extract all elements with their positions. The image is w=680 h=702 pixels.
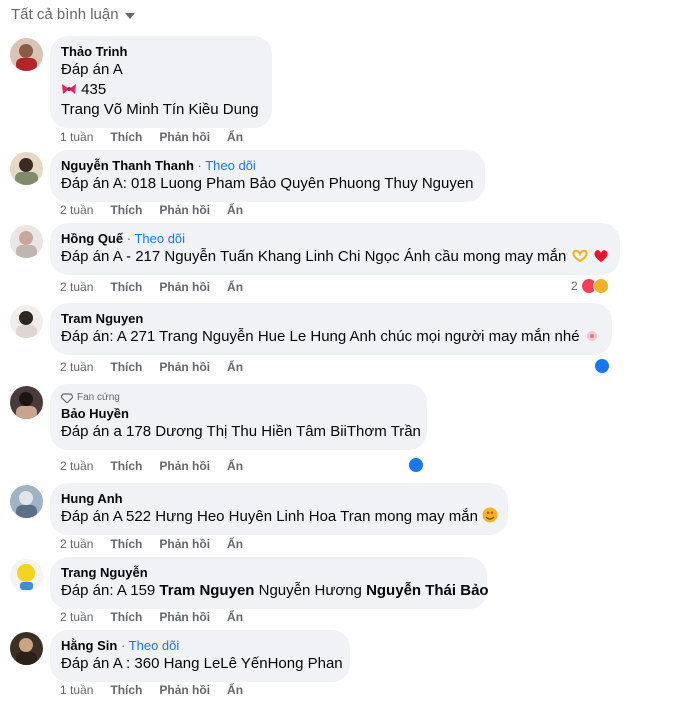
like-button[interactable]: Thích	[110, 203, 142, 217]
comment-time[interactable]: 1 tuần	[60, 683, 93, 697]
mentioned-user[interactable]: Nguyễn Thái Bảo	[366, 582, 489, 599]
filter-label: Tất cả bình luận	[11, 6, 119, 23]
comment-time[interactable]: 1 tuần	[60, 130, 93, 144]
author-name[interactable]: Hồng Quế	[61, 231, 123, 246]
top-fan-badge: Fan cứng	[61, 391, 416, 405]
comment-text: cầu mong may mắn	[434, 248, 567, 265]
comment-text: Đáp án A	[61, 61, 123, 78]
like-button[interactable]: Thích	[110, 130, 142, 144]
author-name[interactable]: Trang Nguyễn	[61, 565, 148, 580]
avatar[interactable]	[10, 152, 43, 185]
comment-text: Đáp án a 178 Dương Thị Thu Hiền Tâm BiiT…	[61, 423, 421, 440]
like-button[interactable]: Thích	[110, 459, 142, 473]
mentioned-user[interactable]: Nguyễn Hương	[259, 582, 362, 599]
avatar[interactable]	[10, 559, 43, 592]
like-button[interactable]: Thích	[110, 537, 142, 551]
avatar[interactable]	[10, 386, 43, 419]
author-name[interactable]: Bảo Huyền	[61, 406, 129, 421]
comment-text: 435	[81, 81, 107, 98]
hide-button[interactable]: Ẩn	[227, 130, 243, 144]
mentioned-users[interactable]: Nguyễn Tuấn Khang Linh Chi Ngọc Ánh	[164, 248, 430, 265]
like-icon	[594, 358, 610, 374]
reaction-summary[interactable]: 2	[571, 277, 609, 295]
reply-button[interactable]: Phản hồi	[159, 360, 210, 374]
all-comments-filter[interactable]: Tất cả bình luận	[11, 6, 135, 23]
comment-time[interactable]: 2 tuần	[60, 203, 93, 217]
like-button[interactable]: Thích	[110, 610, 142, 624]
badge-label: Fan cứng	[77, 392, 120, 403]
hide-button[interactable]: Ẩn	[227, 537, 243, 551]
comment-bubble: Tram Nguyen Đáp án: A 271 Trang Nguyễn H…	[50, 303, 612, 355]
comment-text: mong may mắn	[374, 508, 478, 525]
comment-text: Đáp án: A 159	[61, 582, 156, 599]
author-name[interactable]: Hằng Sin	[61, 638, 117, 653]
hide-button[interactable]: Ẩn	[227, 280, 243, 294]
reply-button[interactable]: Phản hồi	[159, 203, 210, 217]
caret-down-icon	[124, 12, 135, 19]
follow-button[interactable]: Theo dõi	[205, 158, 256, 173]
like-icon	[408, 457, 424, 473]
author-name[interactable]: Nguyễn Thanh Thanh	[61, 158, 194, 173]
reaction-summary[interactable]	[408, 456, 424, 474]
hide-button[interactable]: Ẩn	[227, 610, 243, 624]
comment-time[interactable]: 2 tuần	[60, 610, 93, 624]
avatar[interactable]	[10, 38, 43, 71]
author-name[interactable]: Tram Nguyen	[61, 311, 143, 326]
mentioned-user[interactable]: Tram Nguyen	[159, 582, 254, 599]
diamond-icon	[61, 393, 73, 403]
reaction-summary[interactable]	[594, 357, 610, 375]
author-name[interactable]: Thảo Trinh	[61, 44, 127, 59]
comment-bubble: Fan cứng Bảo Huyền Đáp án a 178 Dương Th…	[50, 384, 427, 450]
like-button[interactable]: Thích	[110, 280, 142, 294]
reply-button[interactable]: Phản hồi	[159, 130, 210, 144]
heart-hands-icon	[571, 249, 588, 263]
ribbon-icon	[62, 84, 76, 94]
comment-bubble: Thảo Trinh Đáp án A 435 Trang Võ Minh Tí…	[50, 36, 272, 128]
comment-bubble: Hung Anh Đáp án A 522 Hưng Heo Huyên Lin…	[50, 483, 508, 535]
comment-text: Đáp án A: 018	[61, 175, 157, 192]
comment-time[interactable]: 2 tuần	[60, 459, 93, 473]
heart-eyes-icon	[482, 507, 498, 523]
mentioned-users[interactable]: Hưng Heo Huyên Linh Hoa Tran	[155, 508, 370, 525]
reaction-count: 2	[571, 279, 578, 293]
comment-bubble: Hồng Quế · Theo dõi Đáp án A - 217 Nguyễ…	[50, 223, 620, 275]
flower-icon	[586, 331, 597, 341]
follow-button[interactable]: Theo dõi	[129, 638, 180, 653]
heart-icon	[594, 250, 608, 262]
mentioned-users[interactable]: Luong Pham Bảo Quyên Phuong Thuy Nguyen	[160, 175, 473, 192]
comment-time[interactable]: 2 tuần	[60, 537, 93, 551]
like-button[interactable]: Thích	[110, 360, 142, 374]
comment-time[interactable]: 2 tuần	[60, 280, 93, 294]
reply-button[interactable]: Phản hồi	[159, 610, 210, 624]
author-name[interactable]: Hung Anh	[61, 491, 123, 506]
comment-text: Trang Võ Minh Tín Kiều Dung	[61, 101, 259, 118]
reply-button[interactable]: Phản hồi	[159, 683, 210, 697]
mentioned-users[interactable]: Trang Nguyễn Hue Le Hung Anh	[159, 328, 376, 345]
hide-button[interactable]: Ẩn	[227, 203, 243, 217]
avatar[interactable]	[10, 632, 43, 665]
like-button[interactable]: Thích	[110, 683, 142, 697]
hide-button[interactable]: Ẩn	[227, 683, 243, 697]
follow-button[interactable]: Theo dõi	[134, 231, 185, 246]
comment-bubble: Hằng Sin · Theo dõi Đáp án A : 360 Hang …	[50, 630, 350, 682]
hide-button[interactable]: Ẩn	[227, 459, 243, 473]
hide-button[interactable]: Ẩn	[227, 360, 243, 374]
comment-text: Đáp án: A 271	[61, 328, 156, 345]
reply-button[interactable]: Phản hồi	[159, 459, 210, 473]
reply-button[interactable]: Phản hồi	[159, 280, 210, 294]
reply-button[interactable]: Phản hồi	[159, 537, 210, 551]
comment-time[interactable]: 2 tuần	[60, 360, 93, 374]
comment-bubble: Nguyễn Thanh Thanh · Theo dõi Đáp án A: …	[50, 150, 485, 202]
comment-text: Đáp án A - 217	[61, 248, 161, 265]
avatar[interactable]	[10, 485, 43, 518]
avatar[interactable]	[10, 305, 43, 338]
haha-icon	[592, 278, 609, 294]
comment-text: Đáp án A : 360 Hang LeLê YếnHong Phan	[61, 655, 343, 672]
comment-text: chúc mọi người may mắn nhé	[380, 328, 580, 345]
comment-text: Đáp án A 522	[61, 508, 152, 525]
avatar[interactable]	[10, 225, 43, 258]
comment-bubble: Trang Nguyễn Đáp án: A 159 Tram Nguyen N…	[50, 557, 489, 609]
